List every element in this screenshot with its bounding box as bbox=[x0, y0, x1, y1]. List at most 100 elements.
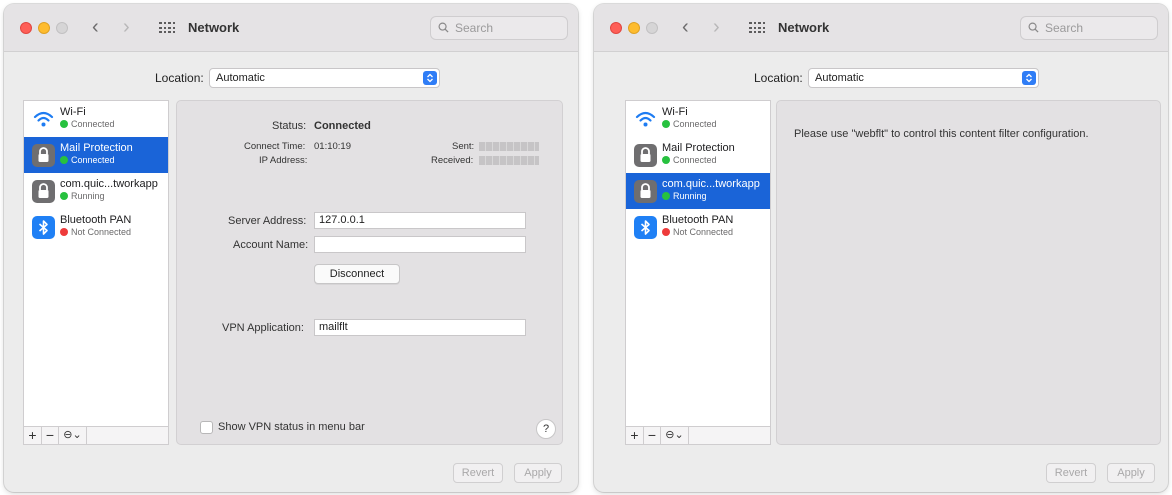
server-address-field[interactable]: 127.0.0.1 bbox=[314, 212, 526, 229]
forward-chevron-icon[interactable]: › bbox=[713, 16, 720, 38]
connect-time-label: Connect Time: bbox=[244, 141, 306, 152]
zoom-button[interactable] bbox=[56, 22, 68, 34]
service-status: Connected bbox=[662, 155, 770, 165]
window-title: Network bbox=[188, 20, 240, 35]
network-window-content-filter: ‹ › Network Search Location: Automatic W… bbox=[594, 4, 1168, 492]
location-value: Automatic bbox=[216, 72, 265, 84]
lock-icon bbox=[634, 144, 657, 167]
search-icon bbox=[438, 22, 449, 33]
title-bar: ‹ › Network Search bbox=[594, 4, 1168, 52]
service-name: Mail Protection bbox=[60, 142, 133, 154]
service-name: com.quic...tworkapp bbox=[60, 178, 158, 190]
service-status: Connected bbox=[60, 155, 168, 165]
action-menu-button[interactable]: ⊖⌄ bbox=[661, 427, 689, 444]
wifi-icon bbox=[634, 108, 657, 131]
content-filter-detail-panel: Please use "webflt" to control this cont… bbox=[776, 100, 1161, 445]
updown-chevron-icon bbox=[1022, 71, 1036, 85]
action-menu-button[interactable]: ⊖⌄ bbox=[59, 427, 87, 444]
forward-chevron-icon[interactable]: › bbox=[123, 16, 130, 38]
service-list-toolbar: + − ⊖⌄ bbox=[626, 426, 770, 444]
status-dot-icon bbox=[60, 156, 68, 164]
help-button[interactable]: ? bbox=[536, 419, 556, 439]
server-address-label: Server Address: bbox=[228, 215, 307, 227]
search-placeholder: Search bbox=[455, 21, 494, 35]
received-label: Received: bbox=[431, 155, 474, 166]
revert-button[interactable]: Revert bbox=[1046, 463, 1096, 483]
ip-address-label: IP Address: bbox=[259, 155, 308, 166]
service-status: Running bbox=[60, 191, 168, 201]
updown-chevron-icon bbox=[423, 71, 437, 85]
bluetooth-icon bbox=[32, 216, 55, 239]
revert-button[interactable]: Revert bbox=[453, 463, 503, 483]
apply-button[interactable]: Apply bbox=[514, 463, 562, 483]
service-item-com-quic-networkapp[interactable]: com.quic...tworkapp Running bbox=[24, 173, 168, 209]
service-item-bluetooth-pan[interactable]: Bluetooth PAN Not Connected bbox=[626, 209, 770, 245]
service-item-wifi[interactable]: Wi-Fi Connected bbox=[24, 101, 168, 137]
service-item-com-quic-networkapp[interactable]: com.quic...tworkapp Running bbox=[626, 173, 770, 209]
service-name: Bluetooth PAN bbox=[60, 214, 132, 226]
service-item-bluetooth-pan[interactable]: Bluetooth PAN Not Connected bbox=[24, 209, 168, 245]
status-dot-icon bbox=[662, 192, 670, 200]
search-field[interactable]: Search bbox=[1020, 16, 1158, 40]
status-dot-icon bbox=[662, 156, 670, 164]
content-filter-message: Please use "webflt" to control this cont… bbox=[794, 128, 1089, 140]
account-name-field[interactable] bbox=[314, 236, 526, 253]
service-name: Wi-Fi bbox=[60, 106, 86, 118]
show-vpn-status-label: Show VPN status in menu bar bbox=[218, 421, 365, 433]
search-icon bbox=[1028, 22, 1039, 33]
status-label: Status: bbox=[272, 120, 307, 132]
sent-label: Sent: bbox=[452, 141, 475, 152]
service-list-toolbar: + − ⊖⌄ bbox=[24, 426, 168, 444]
service-item-mail-protection[interactable]: Mail Protection Connected bbox=[626, 137, 770, 173]
zoom-button[interactable] bbox=[646, 22, 658, 34]
window-title: Network bbox=[778, 20, 830, 35]
title-bar: ‹ › Network Search bbox=[4, 4, 578, 52]
wifi-icon bbox=[32, 108, 55, 131]
minimize-button[interactable] bbox=[628, 22, 640, 34]
close-button[interactable] bbox=[20, 22, 32, 34]
service-status: Connected bbox=[662, 119, 770, 129]
add-service-button[interactable]: + bbox=[24, 427, 42, 444]
service-item-mail-protection[interactable]: Mail Protection Connected bbox=[24, 137, 168, 173]
sent-meter bbox=[479, 142, 539, 151]
lock-icon bbox=[32, 180, 55, 203]
status-dot-icon bbox=[60, 120, 68, 128]
show-vpn-status-checkbox[interactable] bbox=[200, 421, 213, 434]
close-button[interactable] bbox=[610, 22, 622, 34]
back-chevron-icon[interactable]: ‹ bbox=[92, 16, 99, 38]
remove-service-button[interactable]: − bbox=[42, 427, 59, 444]
received-meter bbox=[479, 156, 539, 165]
service-item-wifi[interactable]: Wi-Fi Connected bbox=[626, 101, 770, 137]
apply-button[interactable]: Apply bbox=[1107, 463, 1155, 483]
search-field[interactable]: Search bbox=[430, 16, 568, 40]
service-name: Wi-Fi bbox=[662, 106, 688, 118]
vpn-application-field[interactable]: mailflt bbox=[314, 319, 526, 336]
account-name-label: Account Name: bbox=[233, 239, 309, 251]
location-label: Location: bbox=[155, 71, 204, 85]
service-name: Mail Protection bbox=[662, 142, 735, 154]
status-value: Connected bbox=[314, 120, 371, 132]
disconnect-button[interactable]: Disconnect bbox=[314, 264, 400, 284]
location-select[interactable]: Automatic bbox=[209, 68, 440, 88]
minimize-button[interactable] bbox=[38, 22, 50, 34]
status-dot-icon bbox=[662, 228, 670, 236]
service-status: Not Connected bbox=[662, 227, 770, 237]
service-name: com.quic...tworkapp bbox=[662, 178, 760, 190]
service-name: Bluetooth PAN bbox=[662, 214, 734, 226]
show-all-grid-icon[interactable] bbox=[749, 22, 765, 33]
lock-icon bbox=[634, 180, 657, 203]
add-service-button[interactable]: + bbox=[626, 427, 644, 444]
remove-service-button[interactable]: − bbox=[644, 427, 661, 444]
service-status: Not Connected bbox=[60, 227, 168, 237]
location-select[interactable]: Automatic bbox=[808, 68, 1039, 88]
lock-icon bbox=[32, 144, 55, 167]
status-dot-icon bbox=[60, 228, 68, 236]
status-dot-icon bbox=[60, 192, 68, 200]
connect-time-value: 01:10:19 bbox=[314, 141, 351, 152]
vpn-detail-panel: Status: Connected Connect Time: 01:10:19… bbox=[176, 100, 563, 445]
show-all-grid-icon[interactable] bbox=[159, 22, 175, 33]
bluetooth-icon bbox=[634, 216, 657, 239]
search-placeholder: Search bbox=[1045, 21, 1084, 35]
back-chevron-icon[interactable]: ‹ bbox=[682, 16, 689, 38]
status-dot-icon bbox=[662, 120, 670, 128]
